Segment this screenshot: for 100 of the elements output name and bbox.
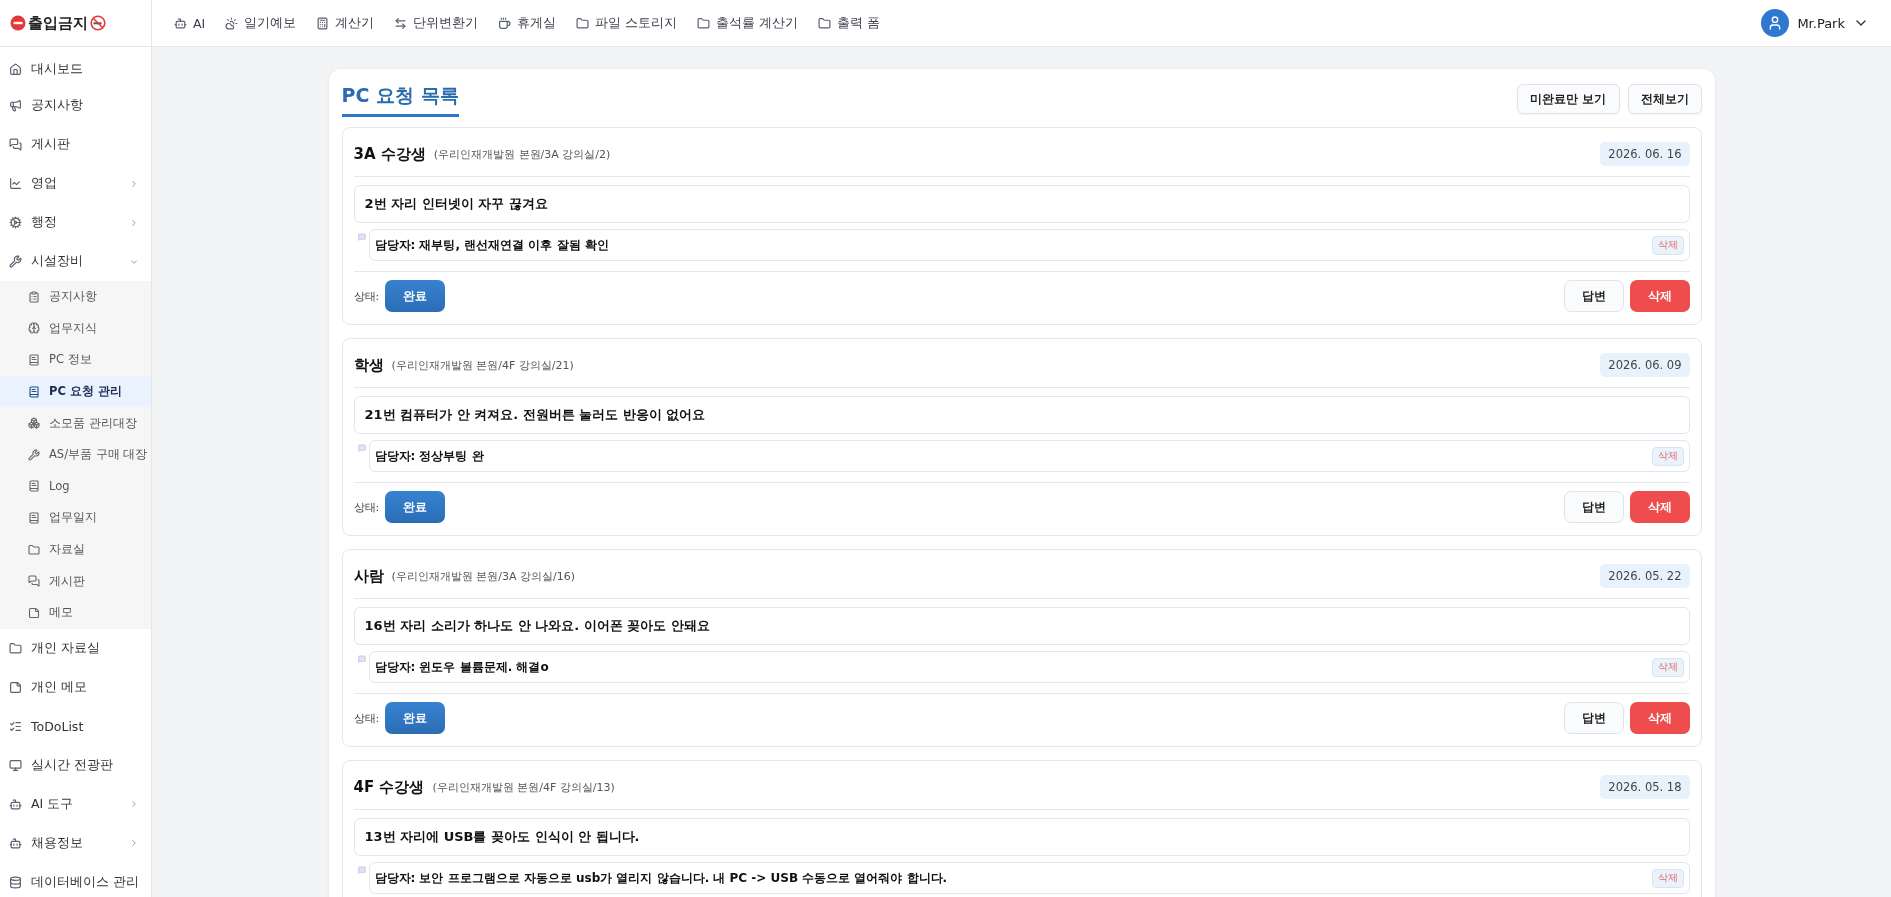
sidebar-subitem[interactable]: 자료실 xyxy=(0,533,151,566)
sidebar-item[interactable]: 게시판 xyxy=(0,125,151,164)
sidebar-item[interactable]: AI 도구 xyxy=(0,784,151,824)
home-icon xyxy=(9,63,22,76)
sidebar-item[interactable]: 영업 xyxy=(0,164,151,203)
requester-name: 4F 수강생 xyxy=(353,777,425,797)
reply-button[interactable]: 답변 xyxy=(1563,702,1624,734)
requester-name: 3A 수강생 xyxy=(353,144,426,164)
page-title: PC 요청 목록 xyxy=(341,81,459,117)
sidebar-subitem[interactable]: AS/부품 구매 대장 xyxy=(0,438,151,471)
arrows-icon xyxy=(394,16,408,30)
chat-bubbles-icon xyxy=(28,575,40,588)
sidebar-subitem[interactable]: 업무지식 xyxy=(0,312,151,345)
nav-link[interactable]: 단위변환기 xyxy=(394,14,479,32)
nav-link[interactable]: AI xyxy=(174,15,206,31)
chevron-right-icon xyxy=(129,217,139,228)
status-button[interactable]: 완료 xyxy=(385,702,446,734)
date-tag: 2026. 05. 22 xyxy=(1600,564,1690,588)
date-tag: 2026. 06. 09 xyxy=(1600,353,1690,377)
reply-button[interactable]: 답변 xyxy=(1563,491,1624,523)
date-tag: 2026. 06. 16 xyxy=(1600,142,1690,166)
book-icon xyxy=(28,511,40,524)
no-entry-icon xyxy=(10,15,26,31)
boxes-icon xyxy=(28,417,40,430)
chevron-right-icon xyxy=(129,178,139,189)
sidebar-subitem[interactable]: PC 정보 xyxy=(0,344,151,376)
sidebar-subitem[interactable]: 공지사항 xyxy=(0,281,151,313)
speech-bubble-icon xyxy=(357,233,366,241)
nav-link[interactable]: 휴게실 xyxy=(498,14,557,32)
delete-button[interactable]: 삭제 xyxy=(1629,491,1690,523)
user-name[interactable]: Mr.Park xyxy=(1797,15,1845,31)
gear-icon xyxy=(9,216,22,229)
sidebar-item[interactable]: 채용정보 xyxy=(0,823,151,863)
sidebar-item[interactable]: 실시간 전광판 xyxy=(0,745,151,785)
book-icon xyxy=(28,354,40,366)
delete-button[interactable]: 삭제 xyxy=(1629,702,1690,734)
sidebar-item[interactable]: 개인 자료실 xyxy=(0,628,151,668)
requester-name: 학생 xyxy=(353,355,384,375)
avatar[interactable] xyxy=(1761,9,1790,37)
sidebar-item[interactable]: 시설장비 xyxy=(0,242,151,281)
location-text: (우리인재개발원 본원/4F 강의실/21) xyxy=(391,357,575,373)
filter-button[interactable]: 미완료만 보기 xyxy=(1517,84,1620,114)
status-button[interactable]: 완료 xyxy=(385,280,446,312)
reply-text: 담당자: 보안 프로그램으로 자동으로 usb가 열리지 않습니다. 내 PC -> USB 수동으로 열어줘야 합니다. xyxy=(374,869,949,887)
nav-link[interactable]: 출력 폼 xyxy=(818,14,881,32)
folder-icon xyxy=(576,16,590,30)
note-icon xyxy=(28,606,40,619)
folder-icon xyxy=(28,543,40,556)
folder-icon xyxy=(697,16,711,30)
reply-text: 담당자: 정상부팅 완 xyxy=(374,447,485,465)
sidebar-item[interactable]: 대시보드 xyxy=(0,53,151,86)
sidebar-item[interactable]: ToDoList xyxy=(0,706,151,746)
folder-icon xyxy=(9,641,22,655)
sidebar-subitem[interactable]: 업무일지 xyxy=(0,502,151,534)
reply-button[interactable]: 답변 xyxy=(1563,280,1624,312)
no-smoking-icon xyxy=(90,15,106,31)
note-icon xyxy=(9,680,22,694)
robot-icon xyxy=(9,797,22,811)
sidebar-subitem[interactable]: 게시판 xyxy=(0,565,151,597)
clipboard-icon xyxy=(28,290,40,303)
sidebar-subitem[interactable]: PC 요청 관리 xyxy=(0,375,151,408)
filter-button[interactable]: 전체보기 xyxy=(1627,84,1702,114)
checklist-icon xyxy=(9,719,22,733)
line-chart-icon xyxy=(9,177,22,190)
status-label: 상태: xyxy=(353,499,380,515)
delete-button[interactable]: 삭제 xyxy=(1629,280,1690,312)
chat-bubbles-icon xyxy=(9,138,22,151)
speech-bubble-icon xyxy=(357,655,366,663)
sidebar-subitem[interactable]: Log xyxy=(0,470,151,503)
sidebar-subitem[interactable]: 소모품 관리대장 xyxy=(0,407,151,439)
request-message: 16번 자리 소리가 하나도 안 나와요. 이어폰 꽂아도 안돼요 xyxy=(353,607,1690,645)
book-icon xyxy=(28,480,40,493)
cup-icon xyxy=(498,16,512,30)
nav-link[interactable]: 출석률 계산기 xyxy=(697,14,799,32)
speech-bubble-icon xyxy=(357,444,366,452)
folder-icon xyxy=(818,16,832,30)
wrench-icon xyxy=(9,255,22,268)
wrench-icon xyxy=(28,448,40,461)
robot-icon xyxy=(9,836,22,850)
sidebar-item[interactable]: 공지사항 xyxy=(0,86,151,125)
reply-text: 담당자: 윈도우 볼륨문제. 해결o xyxy=(374,658,550,676)
megaphone-icon xyxy=(9,99,22,112)
sidebar-item[interactable]: 개인 메모 xyxy=(0,667,151,707)
logo-text: 출입금지 xyxy=(28,13,88,33)
book-icon xyxy=(28,385,40,398)
calculator-icon xyxy=(316,16,330,30)
location-text: (우리인재개발원 본원/4F 강의실/13) xyxy=(432,779,616,795)
sidebar-item[interactable]: 데이터베이스 관리 xyxy=(0,862,151,897)
robot-icon xyxy=(174,16,187,30)
date-tag: 2026. 05. 18 xyxy=(1600,775,1690,799)
status-button[interactable]: 완료 xyxy=(385,491,446,523)
chevron-right-icon xyxy=(129,838,139,849)
nav-link[interactable]: 파일 스토리지 xyxy=(576,14,678,32)
sidebar-item[interactable]: 행정 xyxy=(0,203,151,242)
chevron-right-icon xyxy=(129,799,139,810)
sidebar-subitem[interactable]: 메모 xyxy=(0,596,151,629)
speech-bubble-icon xyxy=(357,866,366,874)
status-label: 상태: xyxy=(353,710,380,726)
nav-link[interactable]: 계산기 xyxy=(316,14,375,32)
nav-link[interactable]: 일기예보 xyxy=(225,14,297,32)
